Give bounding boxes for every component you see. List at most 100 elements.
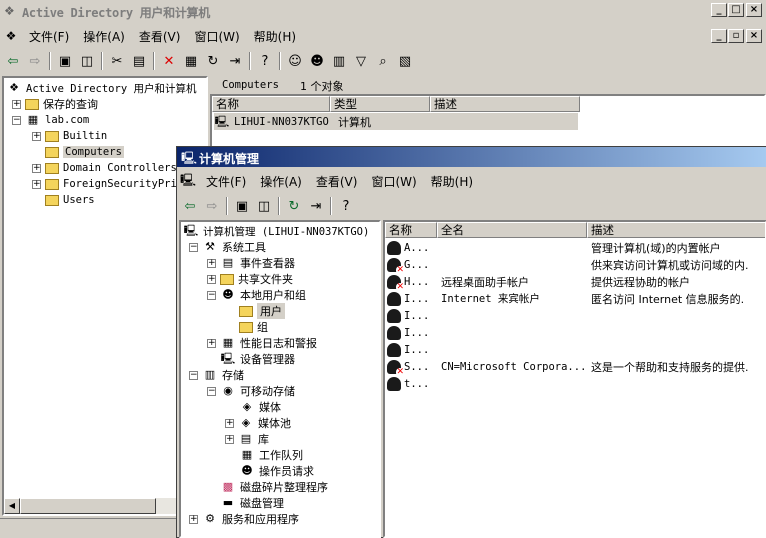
- forward-arrow-icon[interactable]: ⇨: [24, 51, 46, 71]
- delete-x-icon[interactable]: ✕: [158, 51, 180, 71]
- show-hide-tree-icon[interactable]: ◫: [253, 196, 275, 216]
- col-name[interactable]: 名称: [385, 222, 437, 238]
- up-folder-icon[interactable]: ▣: [231, 196, 253, 216]
- col-name[interactable]: 名称: [212, 96, 330, 112]
- tree-users[interactable]: Users: [32, 192, 95, 208]
- menu-view[interactable]: 查看(V): [132, 28, 188, 45]
- tree-library[interactable]: + ▤ 库: [225, 431, 269, 447]
- scissors-icon[interactable]: ✂: [106, 51, 128, 71]
- tree-saved-queries[interactable]: + 保存的查询: [12, 96, 98, 112]
- tree-event-viewer[interactable]: + ▤ 事件查看器: [207, 255, 295, 271]
- expand-icon[interactable]: +: [207, 258, 216, 268]
- menu-view[interactable]: 查看(V): [309, 173, 365, 190]
- menu-action[interactable]: 操作(A): [253, 173, 309, 190]
- menu-action[interactable]: 操作(A): [76, 28, 132, 45]
- tree-media[interactable]: ◈ 媒体: [239, 399, 281, 415]
- new-user-icon[interactable]: ☺: [284, 51, 306, 71]
- up-folder-icon[interactable]: ▣: [54, 51, 76, 71]
- child-minimize-button[interactable]: _: [711, 29, 727, 43]
- properties-icon[interactable]: ▦: [180, 51, 202, 71]
- menu-window[interactable]: 窗口(W): [187, 28, 246, 45]
- tree-perf-logs[interactable]: + ▦ 性能日志和警报: [207, 335, 317, 351]
- menu-help[interactable]: 帮助(H): [424, 173, 480, 190]
- menu-file[interactable]: 文件(F): [199, 173, 253, 190]
- col-type[interactable]: 类型: [330, 96, 430, 112]
- tree-domain-controllers[interactable]: + Domain Controllers: [32, 160, 177, 176]
- col-desc[interactable]: 描述: [430, 96, 580, 112]
- expand-icon[interactable]: +: [32, 131, 41, 141]
- list-item[interactable]: G... 供来宾访问计算机或访问域的内.: [387, 256, 749, 275]
- forward-arrow-icon[interactable]: ⇨: [201, 196, 223, 216]
- expand-icon[interactable]: +: [12, 99, 21, 109]
- menu-help[interactable]: 帮助(H): [247, 28, 303, 45]
- tree-domain[interactable]: − ▦ lab.com: [12, 112, 89, 128]
- export-icon[interactable]: ⇥: [305, 196, 327, 216]
- filter-icon[interactable]: ▽: [350, 51, 372, 71]
- add-to-group-icon[interactable]: ▧: [394, 51, 416, 71]
- collapse-icon[interactable]: −: [189, 370, 198, 380]
- refresh-icon[interactable]: ↻: [283, 196, 305, 216]
- new-ou-icon[interactable]: ▥: [328, 51, 350, 71]
- list-item[interactable]: 🖳 LIHUI-NN037KTGO 计算机: [214, 113, 578, 130]
- tree-users[interactable]: 用户: [239, 303, 285, 319]
- maximize-button[interactable]: □: [728, 3, 744, 17]
- close-button[interactable]: ×: [746, 3, 762, 17]
- help-icon[interactable]: ?: [254, 51, 276, 71]
- list-item[interactable]: I... Internet 来宾帐户 匿名访问 Internet 信息服务的.: [387, 290, 744, 307]
- menu-window[interactable]: 窗口(W): [364, 173, 423, 190]
- help-icon[interactable]: ?: [335, 196, 357, 216]
- tree-foreign-security[interactable]: + ForeignSecurityPri: [32, 176, 177, 192]
- tree-builtin[interactable]: + Builtin: [32, 128, 107, 144]
- col-description[interactable]: 描述: [587, 222, 765, 238]
- paste-icon[interactable]: ▤: [128, 51, 150, 71]
- refresh-icon[interactable]: ↻: [202, 51, 224, 71]
- tree-work-queue[interactable]: ▦ 工作队列: [239, 447, 303, 463]
- tree-media-pool[interactable]: + ◈ 媒体池: [225, 415, 291, 431]
- tree-services-apps[interactable]: + ⚙ 服务和应用程序: [189, 511, 299, 527]
- list-item[interactable]: S... CN=Microsoft Corpora... 这是一个帮助和支持服务…: [387, 358, 749, 377]
- expand-icon[interactable]: +: [189, 514, 198, 524]
- expand-icon[interactable]: +: [32, 179, 41, 189]
- tree-removable-storage[interactable]: − ◉ 可移动存储: [207, 383, 295, 399]
- tree-local-users-groups[interactable]: − ☻ 本地用户和组: [207, 287, 306, 303]
- collapse-icon[interactable]: −: [189, 242, 198, 252]
- expand-icon[interactable]: +: [225, 434, 234, 444]
- scroll-thumb[interactable]: [20, 498, 156, 514]
- list-item[interactable]: I...: [387, 307, 441, 324]
- new-group-icon[interactable]: ☻: [306, 51, 328, 71]
- child-restore-button[interactable]: ▫: [728, 29, 744, 43]
- back-arrow-icon[interactable]: ⇦: [2, 51, 24, 71]
- expand-icon[interactable]: +: [32, 163, 41, 173]
- minimize-button[interactable]: _: [711, 3, 727, 17]
- list-item[interactable]: I...: [387, 341, 441, 358]
- list-item[interactable]: A... 管理计算机(域)的内置帐户: [387, 239, 721, 256]
- tree-storage[interactable]: − ▥ 存储: [189, 367, 244, 383]
- list-item[interactable]: I...: [387, 324, 441, 341]
- tree-groups[interactable]: 组: [239, 319, 268, 335]
- show-hide-tree-icon[interactable]: ◫: [76, 51, 98, 71]
- back-arrow-icon[interactable]: ⇦: [179, 196, 201, 216]
- collapse-icon[interactable]: −: [207, 386, 216, 396]
- list-item[interactable]: t...: [387, 375, 441, 392]
- collapse-icon[interactable]: −: [207, 290, 216, 300]
- col-fullname[interactable]: 全名: [437, 222, 587, 238]
- tree-operator-requests[interactable]: ☻ 操作员请求: [239, 463, 314, 479]
- tree-device-manager[interactable]: 🖳 设备管理器: [220, 351, 295, 367]
- expand-icon[interactable]: +: [225, 418, 234, 428]
- child-close-button[interactable]: ×: [746, 29, 762, 43]
- scroll-left-icon[interactable]: ◀: [4, 498, 20, 514]
- list-item[interactable]: H... 远程桌面助手帐户 提供远程协助的帐户: [387, 273, 690, 292]
- tree-root-compmgmt[interactable]: 🖳 计算机管理 (LIHUI-NN037KTGO): [183, 223, 370, 239]
- expand-icon[interactable]: +: [207, 274, 216, 284]
- find-icon[interactable]: ⌕: [372, 51, 394, 71]
- menu-file[interactable]: 文件(F): [22, 28, 76, 45]
- collapse-icon[interactable]: −: [12, 115, 21, 125]
- tree-defrag[interactable]: ▩ 磁盘碎片整理程序: [220, 479, 328, 495]
- tree-disk-management[interactable]: ▬ 磁盘管理: [220, 495, 284, 511]
- tree-root-ad[interactable]: ❖ Active Directory 用户和计算机: [6, 80, 196, 96]
- expand-icon[interactable]: +: [207, 338, 216, 348]
- export-icon[interactable]: ⇥: [224, 51, 246, 71]
- tree-computers[interactable]: Computers: [32, 144, 124, 160]
- tree-system-tools[interactable]: − ⚒ 系统工具: [189, 239, 266, 255]
- tree-shared-folders[interactable]: + 共享文件夹: [207, 271, 293, 287]
